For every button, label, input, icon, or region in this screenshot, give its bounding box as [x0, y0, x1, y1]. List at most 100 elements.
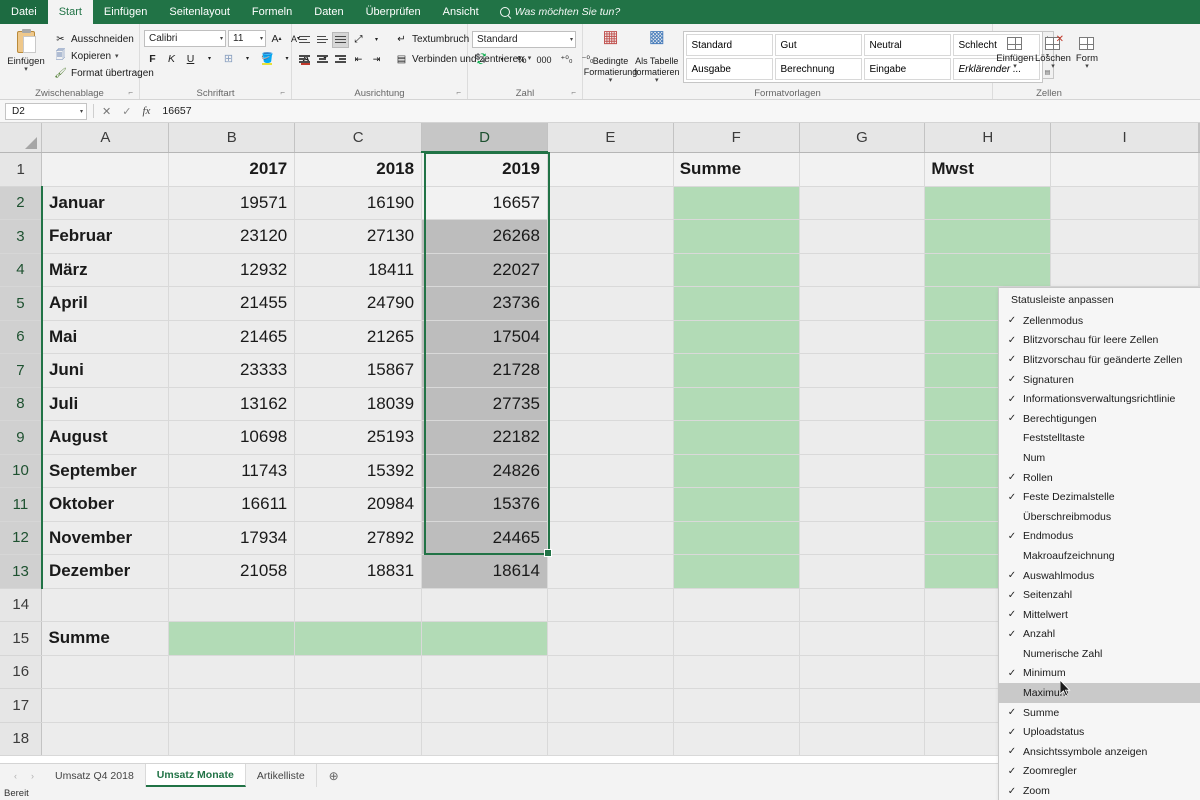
dialog-launcher-icon[interactable]: ⌐ — [571, 86, 576, 99]
row-header-5[interactable]: 5 — [0, 287, 42, 321]
cell-g14[interactable] — [799, 588, 925, 622]
cell-g2[interactable] — [799, 186, 925, 220]
cell-a16[interactable] — [42, 655, 169, 689]
cell-c11[interactable]: 20984 — [295, 488, 422, 522]
cell-b14[interactable] — [169, 588, 295, 622]
style-eingabe[interactable]: Eingabe — [864, 58, 951, 80]
cell-b8[interactable]: 13162 — [169, 387, 295, 421]
row-header-11[interactable]: 11 — [0, 488, 42, 522]
column-header-i[interactable]: I — [1051, 123, 1199, 152]
cell-g16[interactable] — [799, 655, 925, 689]
row-header-14[interactable]: 14 — [0, 588, 42, 622]
style-ausgabe[interactable]: Ausgabe — [686, 58, 773, 80]
cell-e14[interactable] — [547, 588, 673, 622]
cell-d14[interactable] — [422, 588, 548, 622]
cell-a10[interactable]: September — [42, 454, 169, 488]
row-header-15[interactable]: 15 — [0, 622, 42, 656]
tab-ansicht[interactable]: Ansicht — [432, 0, 490, 24]
tab-formeln[interactable]: Formeln — [241, 0, 303, 24]
cell-g8[interactable] — [799, 387, 925, 421]
cell-e4[interactable] — [547, 253, 673, 287]
cell-f13[interactable] — [673, 555, 799, 589]
orientation-button[interactable]: ⤢ — [350, 32, 367, 48]
cell-e15[interactable] — [547, 622, 673, 656]
cell-a11[interactable]: Oktober — [42, 488, 169, 522]
cell-f4[interactable] — [673, 253, 799, 287]
cell-g5[interactable] — [799, 287, 925, 321]
cell-a3[interactable]: Februar — [42, 220, 169, 254]
cell-a13[interactable]: Dezember — [42, 555, 169, 589]
cell-c8[interactable]: 18039 — [295, 387, 422, 421]
row-header-12[interactable]: 12 — [0, 521, 42, 555]
borders-icon[interactable]: ⊞ — [220, 50, 237, 67]
wrap-text-button[interactable]: ↵ Textumbruch — [392, 32, 472, 47]
cell-g3[interactable] — [799, 220, 925, 254]
currency-icon[interactable]: 💱 — [472, 51, 490, 68]
cell-b16[interactable] — [169, 655, 295, 689]
cell-a4[interactable]: März — [42, 253, 169, 287]
fill-color-icon[interactable]: 🪣 — [258, 50, 276, 67]
cell-i3[interactable] — [1051, 220, 1199, 254]
menu-item-minimum[interactable]: ✓ Minimum — [999, 664, 1200, 684]
cell-c13[interactable]: 18831 — [295, 555, 422, 589]
cell-d16[interactable] — [422, 655, 548, 689]
font-size-combo[interactable]: 11 ▾ — [228, 30, 266, 47]
align-bottom-button[interactable] — [332, 32, 349, 48]
cell-b17[interactable] — [169, 689, 295, 723]
column-header-c[interactable]: C — [295, 123, 422, 152]
cell-f6[interactable] — [673, 320, 799, 354]
cell-b3[interactable]: 23120 — [169, 220, 295, 254]
confirm-entry-icon[interactable]: ✓ — [122, 105, 131, 118]
cell-b2[interactable]: 19571 — [169, 186, 295, 220]
cell-h2[interactable] — [925, 186, 1051, 220]
cell-a14[interactable] — [42, 588, 169, 622]
cell-d10[interactable]: 24826 — [422, 454, 548, 488]
row-header-8[interactable]: 8 — [0, 387, 42, 421]
menu-item-summe[interactable]: ✓ Summe — [999, 703, 1200, 723]
cell-d7[interactable]: 21728 — [422, 354, 548, 388]
cell-d15[interactable] — [422, 622, 548, 656]
cell-g10[interactable] — [799, 454, 925, 488]
row-header-18[interactable]: 18 — [0, 722, 42, 756]
cell-f5[interactable] — [673, 287, 799, 321]
cell-g4[interactable] — [799, 253, 925, 287]
cell-f15[interactable] — [673, 622, 799, 656]
row-header-10[interactable]: 10 — [0, 454, 42, 488]
orientation-dropdown[interactable]: ▾ — [368, 31, 385, 48]
row-header-16[interactable]: 16 — [0, 655, 42, 689]
underline-button[interactable]: U — [182, 50, 199, 67]
style-standard[interactable]: Standard — [686, 34, 773, 56]
cell-a18[interactable] — [42, 722, 169, 756]
paste-button[interactable]: Einfügen ▾ — [4, 29, 48, 73]
cell-a6[interactable]: Mai — [42, 320, 169, 354]
percent-style-button[interactable]: % — [513, 51, 530, 68]
cell-c12[interactable]: 27892 — [295, 521, 422, 555]
cell-e7[interactable] — [547, 354, 673, 388]
cell-g11[interactable] — [799, 488, 925, 522]
cell-a9[interactable]: August — [42, 421, 169, 455]
align-right-button[interactable] — [332, 51, 349, 67]
sheet-nav-next-icon[interactable]: › — [31, 771, 34, 781]
cell-c15[interactable] — [295, 622, 422, 656]
cell-e10[interactable] — [547, 454, 673, 488]
align-middle-button[interactable] — [314, 32, 331, 48]
cell-c9[interactable]: 25193 — [295, 421, 422, 455]
cell-e12[interactable] — [547, 521, 673, 555]
cell-g18[interactable] — [799, 722, 925, 756]
format-cells-button[interactable]: Form ▾ — [1073, 30, 1101, 70]
cell-b1[interactable]: 2017 — [169, 152, 295, 186]
align-center-button[interactable] — [314, 51, 331, 67]
menu-item-mittelwert[interactable]: ✓ Mittelwert — [999, 605, 1200, 625]
cell-g7[interactable] — [799, 354, 925, 388]
tab-start[interactable]: Start — [48, 0, 93, 24]
add-sheet-button[interactable]: ⊕ — [317, 764, 351, 787]
delete-cells-button[interactable]: ✕ Löschen ▾ — [1035, 30, 1071, 70]
cell-e16[interactable] — [547, 655, 673, 689]
menu-item-makroaufzeichnung[interactable]: Makroaufzeichnung Wir — [999, 546, 1200, 566]
cell-b5[interactable]: 21455 — [169, 287, 295, 321]
menu-item-zellenmodus[interactable]: ✓ Zellenmodus — [999, 311, 1200, 331]
cell-f16[interactable] — [673, 655, 799, 689]
cell-a15[interactable]: Summe — [42, 622, 169, 656]
menu-item-seitenzahl[interactable]: ✓ Seitenzahl — [999, 585, 1200, 605]
cell-c2[interactable]: 16190 — [295, 186, 422, 220]
